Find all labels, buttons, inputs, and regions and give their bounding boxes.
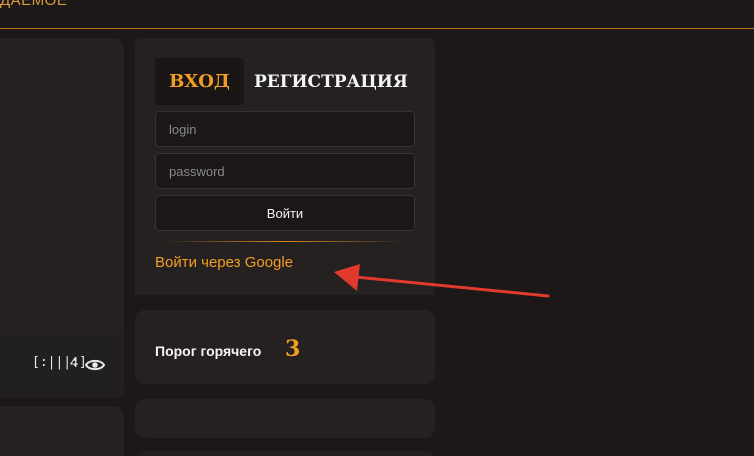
barcode-icon: [:|||:]	[32, 355, 87, 370]
hot-threshold-value: 3	[285, 336, 301, 362]
google-login-link[interactable]: Войти через Google	[155, 254, 293, 271]
login-field[interactable]: login	[155, 111, 415, 147]
tab-login[interactable]: ВХОД	[155, 58, 244, 105]
login-button[interactable]: Войти	[155, 195, 415, 231]
top-bar: ДАЕМОЕ	[0, 0, 754, 29]
post-card: [:|||:] 4	[0, 38, 124, 398]
tab-register[interactable]: РЕГИСТРАЦИЯ	[254, 72, 408, 92]
eye-icon	[85, 359, 105, 371]
password-field[interactable]: password	[155, 153, 415, 189]
post-card-footer: [:|||:] 4	[0, 331, 124, 398]
auth-tabs: ВХОД РЕГИСТРАЦИЯ	[155, 58, 408, 105]
empty-card-2	[135, 451, 435, 456]
brand-logo[interactable]: ДАЕМОЕ	[0, 0, 67, 9]
post-card-2	[0, 406, 124, 456]
login-panel: ВХОД РЕГИСТРАЦИЯ login password Войти Во…	[135, 38, 435, 295]
divider	[165, 241, 405, 242]
annotation-arrow-icon	[334, 264, 550, 298]
empty-card	[135, 399, 435, 438]
hot-threshold-card: Порог горячего 3	[135, 310, 435, 384]
hot-threshold-label: Порог горячего	[155, 343, 262, 359]
views-count: 4	[70, 354, 79, 371]
